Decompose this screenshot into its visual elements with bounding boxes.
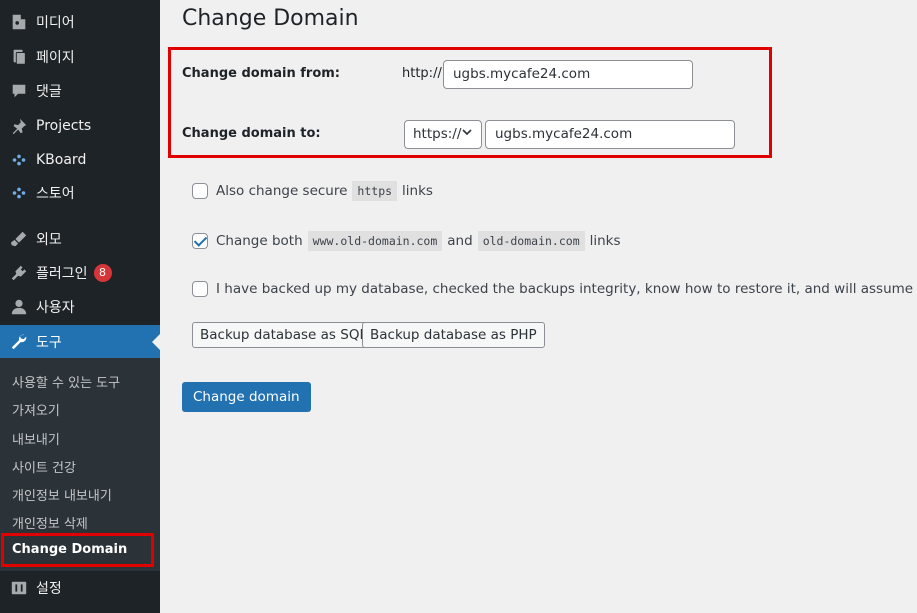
option-text: I have backed up my database, checked th… bbox=[216, 281, 917, 297]
user-icon bbox=[0, 298, 36, 316]
menu-item-store[interactable]: 스토어 bbox=[0, 176, 160, 210]
option-text: links bbox=[402, 183, 433, 199]
submenu-item-export-personal-data[interactable]: 개인정보 내보내기 bbox=[12, 485, 112, 504]
menu-label: KBoard bbox=[36, 152, 87, 168]
chevron-down-icon bbox=[461, 121, 473, 148]
store-icon bbox=[0, 184, 36, 202]
option-code: old-domain.com bbox=[477, 231, 585, 251]
admin-sidebar: 미디어 페이지 댓글 Projects KBoard 스토어 외모 플러그인 8… bbox=[0, 0, 160, 613]
submenu-item-export[interactable]: 내보내기 bbox=[12, 429, 60, 448]
menu-item-comments[interactable]: 댓글 bbox=[0, 74, 160, 108]
appearance-icon bbox=[0, 230, 36, 248]
submenu-item-site-health[interactable]: 사이트 건강 bbox=[12, 457, 76, 476]
both-checkbox[interactable] bbox=[192, 233, 208, 249]
menu-item-users[interactable]: 사용자 bbox=[0, 290, 160, 324]
option-text: Also change secure bbox=[216, 183, 348, 199]
both-option-row: Change both www.old-domain.com and old-d… bbox=[192, 231, 621, 251]
from-prefix: http:// bbox=[402, 66, 442, 81]
settings-icon bbox=[0, 579, 36, 597]
backup-php-button[interactable]: Backup database as PHP bbox=[362, 322, 545, 348]
option-text: links bbox=[589, 233, 621, 249]
menu-label: 댓글 bbox=[36, 84, 62, 100]
secure-checkbox[interactable] bbox=[192, 183, 208, 199]
update-count-badge: 8 bbox=[93, 264, 112, 282]
backup-option-row: I have backed up my database, checked th… bbox=[192, 281, 917, 297]
secure-option-row: Also change secure https links bbox=[192, 181, 433, 201]
menu-item-kboard[interactable]: KBoard bbox=[0, 143, 160, 177]
option-text: Change both bbox=[216, 233, 303, 249]
backup-confirm-checkbox[interactable] bbox=[192, 281, 208, 297]
page-icon bbox=[0, 48, 36, 66]
option-text: and bbox=[447, 233, 473, 249]
menu-item-projects[interactable]: Projects bbox=[0, 109, 160, 143]
plugin-icon bbox=[0, 264, 36, 282]
to-label: Change domain to: bbox=[182, 126, 321, 141]
menu-item-tools[interactable]: 도구 bbox=[0, 325, 160, 359]
menu-label: 페이지 bbox=[36, 50, 75, 66]
menu-item-appearance[interactable]: 외모 bbox=[0, 222, 160, 256]
from-domain-input[interactable]: ugbs.mycafe24.com bbox=[443, 60, 693, 89]
menu-item-pages[interactable]: 페이지 bbox=[0, 40, 160, 74]
protocol-select[interactable]: https:// bbox=[404, 120, 482, 149]
pin-icon bbox=[0, 117, 36, 135]
submenu-item-import[interactable]: 가져오기 bbox=[12, 400, 60, 419]
option-code: www.old-domain.com bbox=[307, 231, 443, 251]
to-domain-input[interactable]: ugbs.mycafe24.com bbox=[485, 120, 735, 149]
media-icon bbox=[0, 13, 36, 31]
option-code: https bbox=[352, 181, 398, 201]
menu-label: 설정 bbox=[36, 581, 62, 597]
comment-icon bbox=[0, 82, 36, 100]
backup-sql-button[interactable]: Backup database as SQL bbox=[192, 322, 375, 348]
menu-label: 사용자 bbox=[36, 300, 75, 316]
page-title: Change Domain bbox=[182, 6, 359, 31]
submenu-item-erase-personal-data[interactable]: 개인정보 삭제 bbox=[12, 513, 88, 532]
change-domain-button[interactable]: Change domain bbox=[182, 382, 311, 412]
main-content: Change Domain Change domain from: http:/… bbox=[160, 0, 917, 613]
from-label: Change domain from: bbox=[182, 66, 341, 81]
menu-label: 미디어 bbox=[36, 15, 75, 31]
menu-item-plugins[interactable]: 플러그인 8 bbox=[0, 256, 160, 290]
submenu-item-available-tools[interactable]: 사용할 수 있는 도구 bbox=[12, 372, 120, 391]
menu-label: 외모 bbox=[36, 232, 62, 248]
menu-item-settings[interactable]: 설정 bbox=[0, 571, 160, 605]
menu-item-media[interactable]: 미디어 bbox=[0, 5, 160, 39]
menu-label: 도구 bbox=[36, 335, 62, 351]
kboard-icon bbox=[0, 151, 36, 169]
menu-label: Projects bbox=[36, 118, 92, 134]
protocol-value: https:// bbox=[413, 126, 462, 142]
highlight-box bbox=[1, 533, 154, 567]
wrench-icon bbox=[0, 333, 36, 351]
menu-label: 플러그인 bbox=[36, 266, 88, 282]
menu-label: 스토어 bbox=[36, 186, 75, 202]
